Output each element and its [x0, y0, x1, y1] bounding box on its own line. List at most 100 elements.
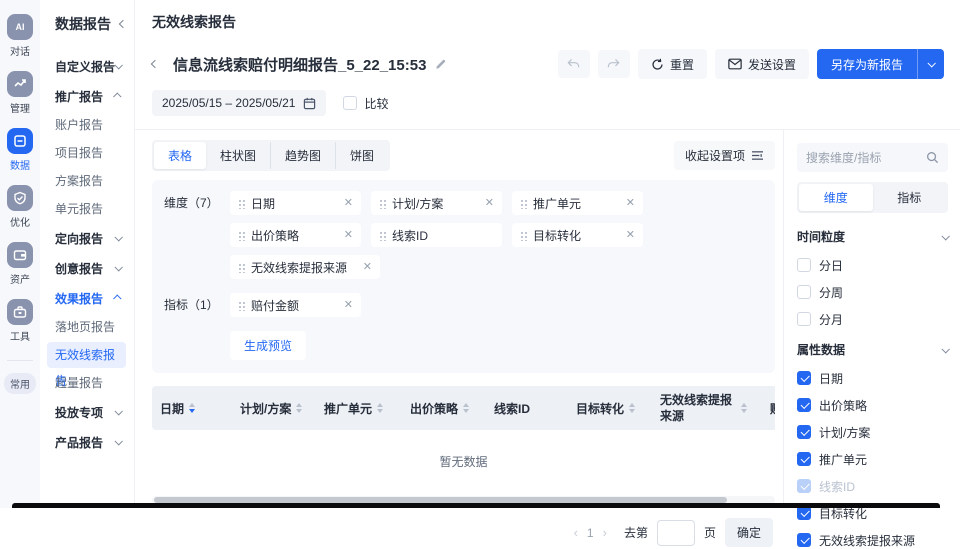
drag-handle-icon[interactable] — [238, 230, 245, 241]
dimension-chip-target-conversion[interactable]: 目标转化 ✕ — [512, 223, 643, 247]
goto-page-input[interactable] — [657, 520, 695, 546]
back-button[interactable] — [152, 61, 166, 67]
save-as-new-report-button[interactable]: 另存为新报告 — [817, 49, 917, 79]
column-header-lead-id[interactable]: 线索ID — [486, 400, 568, 417]
dimension-chip-bid-strategy[interactable]: 出价策略 ✕ — [230, 223, 361, 247]
column-header-payout-amount[interactable]: 赔付金额 — [762, 400, 775, 417]
sidebar-item-project-report[interactable]: 项目报告 — [55, 139, 134, 167]
remove-chip-icon[interactable]: ✕ — [626, 230, 635, 241]
dimension-chip-plan[interactable]: 计划/方案 ✕ — [371, 191, 502, 215]
sidebar-item-invalid-leads-report[interactable]: 无效线索报告 — [47, 342, 126, 368]
section-time-granularity[interactable]: 时间粒度 — [797, 228, 948, 245]
checkbox-unchecked[interactable] — [797, 285, 811, 299]
option-unit[interactable]: 推广单元 — [797, 452, 948, 466]
metric-chip-payout-amount[interactable]: 赔付金额 ✕ — [230, 293, 361, 317]
rail-badge-favorites[interactable]: 常用 — [4, 373, 36, 394]
search-input[interactable] — [806, 151, 926, 165]
drag-handle-icon[interactable] — [379, 230, 386, 241]
compare-toggle[interactable]: 比较 — [343, 95, 388, 112]
remove-chip-icon[interactable]: ✕ — [344, 198, 353, 209]
sidebar-group-targeting[interactable]: 定向报告 — [55, 223, 134, 253]
date-range-picker[interactable]: 2025/05/15 – 2025/05/21 — [152, 90, 326, 116]
remove-chip-icon[interactable]: ✕ — [485, 198, 494, 209]
section-attribute-data[interactable]: 属性数据 — [797, 341, 948, 358]
remove-chip-icon[interactable]: ✕ — [626, 198, 635, 209]
tab-dimensions[interactable]: 维度 — [799, 184, 873, 211]
sort-icon[interactable] — [463, 403, 469, 413]
column-header-invalid-lead-source[interactable]: 无效线索提报来源 — [652, 392, 762, 424]
sidebar-group-custom[interactable]: 自定义报告 — [55, 51, 134, 81]
rail-item-chat[interactable]: AI 对话 — [7, 14, 33, 58]
checkbox-unchecked[interactable] — [797, 258, 811, 272]
drag-handle-icon[interactable] — [379, 198, 386, 209]
drag-handle-icon[interactable] — [238, 300, 245, 311]
tab-table[interactable]: 表格 — [154, 142, 206, 169]
sort-icon[interactable] — [189, 403, 195, 413]
remove-chip-icon[interactable]: ✕ — [344, 230, 353, 241]
rail-item-data[interactable]: 数据 — [7, 128, 33, 172]
drag-handle-icon[interactable] — [520, 198, 527, 209]
rail-item-optimize[interactable]: 优化 — [7, 185, 33, 229]
goto-confirm-button[interactable]: 确定 — [725, 518, 773, 547]
reset-button[interactable]: 重置 — [638, 49, 707, 79]
sidebar-item-plan-report[interactable]: 方案报告 — [55, 167, 134, 195]
next-page-button[interactable]: › — [603, 525, 607, 540]
rail-item-assets[interactable]: 资产 — [7, 242, 33, 286]
column-header-target-conversion[interactable]: 目标转化 — [568, 400, 652, 417]
checkbox-checked[interactable] — [797, 506, 811, 520]
tab-bar-chart[interactable]: 柱状图 — [206, 142, 270, 169]
dimension-chip-invalid-lead-source[interactable]: 无效线索提报来源 ✕ — [230, 255, 380, 279]
save-dropdown-caret[interactable] — [917, 49, 944, 79]
sidebar-item-rampup-report[interactable]: 起量报告 — [55, 369, 134, 397]
drag-handle-icon[interactable] — [238, 262, 245, 273]
remove-chip-icon[interactable]: ✕ — [344, 300, 353, 311]
sidebar-group-product[interactable]: 产品报告 — [55, 427, 134, 457]
option-bid-strategy[interactable]: 出价策略 — [797, 398, 948, 412]
compare-checkbox[interactable] — [343, 96, 357, 110]
option-date[interactable]: 日期 — [797, 371, 948, 385]
send-settings-button[interactable]: 发送设置 — [715, 49, 809, 79]
tab-pie-chart[interactable]: 饼图 — [335, 142, 388, 169]
collapse-settings-button[interactable]: 收起设置项 — [674, 141, 775, 170]
column-header-unit[interactable]: 推广单元 — [316, 400, 402, 417]
sidebar-group-creative[interactable]: 创意报告 — [55, 253, 134, 283]
remove-chip-icon[interactable]: ✕ — [363, 262, 372, 273]
option-target-conversion[interactable]: 目标转化 — [797, 506, 948, 520]
sort-icon[interactable] — [377, 403, 383, 413]
undo-button[interactable] — [558, 50, 590, 78]
option-daily[interactable]: 分日 — [797, 258, 948, 272]
option-invalid-lead-source[interactable]: 无效线索提报来源 — [797, 533, 948, 547]
checkbox-unchecked[interactable] — [797, 312, 811, 326]
rail-item-manage[interactable]: 管理 — [7, 71, 33, 115]
sidebar-collapse-icon[interactable] — [119, 20, 127, 28]
checkbox-checked[interactable] — [797, 425, 811, 439]
sort-icon[interactable] — [296, 403, 302, 413]
tab-trend-chart[interactable]: 趋势图 — [270, 142, 335, 169]
drag-handle-icon[interactable] — [238, 198, 245, 209]
dimension-chip-date[interactable]: 日期 ✕ — [230, 191, 361, 215]
sidebar-group-delivery[interactable]: 投放专项 — [55, 397, 134, 427]
sidebar-group-effect[interactable]: 效果报告 — [55, 283, 134, 313]
option-monthly[interactable]: 分月 — [797, 312, 948, 326]
sort-icon[interactable] — [629, 403, 635, 413]
option-plan[interactable]: 计划/方案 — [797, 425, 948, 439]
sidebar-item-account-report[interactable]: 账户报告 — [55, 111, 134, 139]
dimension-chip-lead-id[interactable]: 线索ID — [371, 223, 502, 247]
rail-item-tools[interactable]: 工具 — [7, 299, 33, 343]
checkbox-checked[interactable] — [797, 398, 811, 412]
generate-preview-button[interactable]: 生成预览 — [230, 331, 306, 360]
sidebar-group-promotion[interactable]: 推广报告 — [55, 81, 134, 111]
prev-page-button[interactable]: ‹ — [574, 525, 578, 540]
tab-metrics[interactable]: 指标 — [873, 184, 947, 211]
dimension-chip-unit[interactable]: 推广单元 ✕ — [512, 191, 643, 215]
search-box[interactable] — [797, 143, 948, 172]
column-header-bid-strategy[interactable]: 出价策略 — [402, 400, 486, 417]
option-weekly[interactable]: 分周 — [797, 285, 948, 299]
drag-handle-icon[interactable] — [520, 230, 527, 241]
checkbox-checked[interactable] — [797, 452, 811, 466]
sort-icon[interactable] — [741, 403, 747, 413]
redo-button[interactable] — [598, 50, 630, 78]
column-header-plan[interactable]: 计划/方案 — [232, 400, 316, 417]
sidebar-item-landingpage-report[interactable]: 落地页报告 — [55, 313, 134, 341]
column-header-date[interactable]: 日期 — [152, 400, 232, 417]
